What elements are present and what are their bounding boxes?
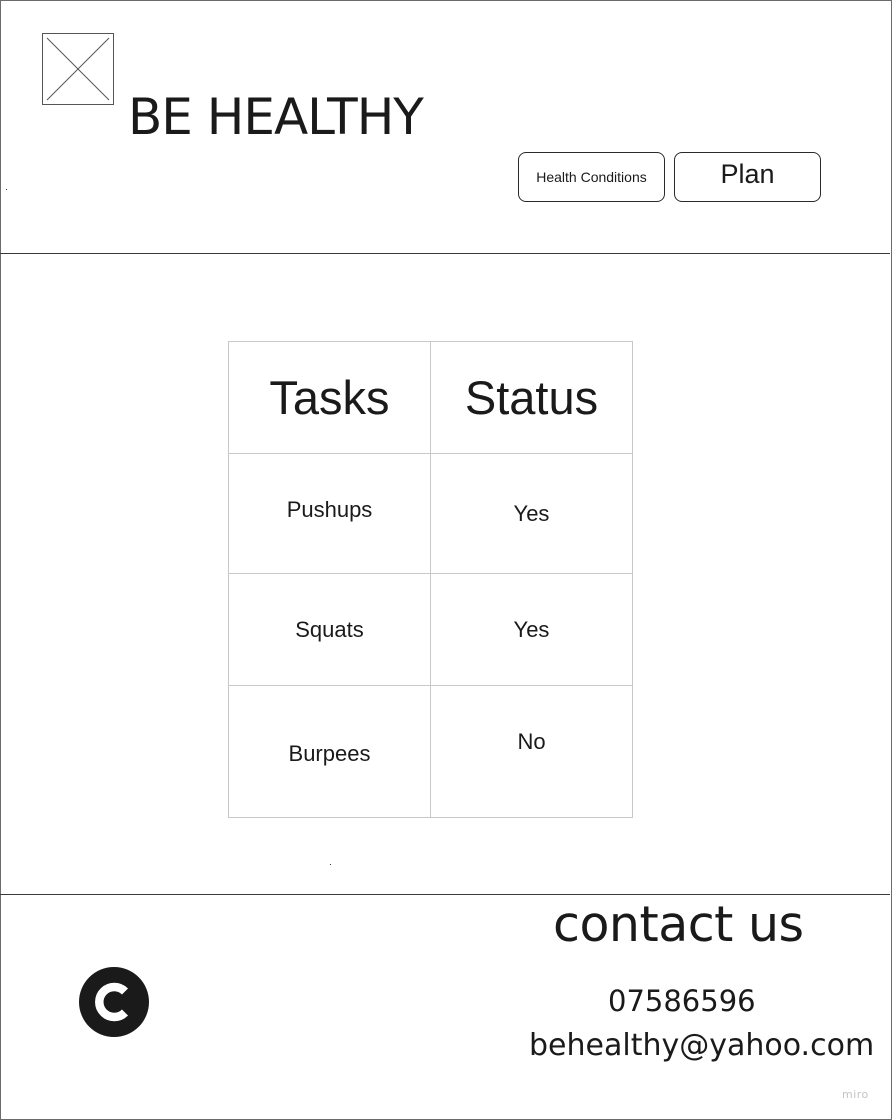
status-cell: No <box>430 685 633 818</box>
task-cell: Pushups <box>228 453 431 574</box>
footer-divider <box>0 894 890 895</box>
contact-phone: 07586596 <box>608 984 756 1018</box>
status-column-header: Status <box>430 341 633 454</box>
stray-dot <box>6 189 7 190</box>
contact-email: behealthy@yahoo.com <box>529 1028 875 1063</box>
copyright-icon <box>79 967 149 1037</box>
status-cell: Yes <box>430 573 633 686</box>
table-row: Pushups Yes <box>228 453 633 574</box>
table-header-row: Tasks Status <box>228 341 633 454</box>
plan-button[interactable]: Plan <box>674 152 821 202</box>
miro-watermark: miro <box>842 1088 869 1101</box>
health-conditions-button[interactable]: Health Conditions <box>518 152 665 202</box>
tasks-table: Tasks Status Pushups Yes Squats Yes Burp… <box>228 341 633 818</box>
header-divider <box>0 253 890 254</box>
image-placeholder-icon <box>42 33 114 105</box>
table-row: Squats Yes <box>228 573 633 686</box>
contact-title: contact us <box>553 896 804 953</box>
site-title: BE HEALTHY <box>128 88 424 146</box>
task-cell: Squats <box>228 573 431 686</box>
stray-dot <box>330 864 331 865</box>
task-cell: Burpees <box>228 685 431 818</box>
status-cell: Yes <box>430 453 633 574</box>
tasks-column-header: Tasks <box>228 341 431 454</box>
table-row: Burpees No <box>228 685 633 818</box>
